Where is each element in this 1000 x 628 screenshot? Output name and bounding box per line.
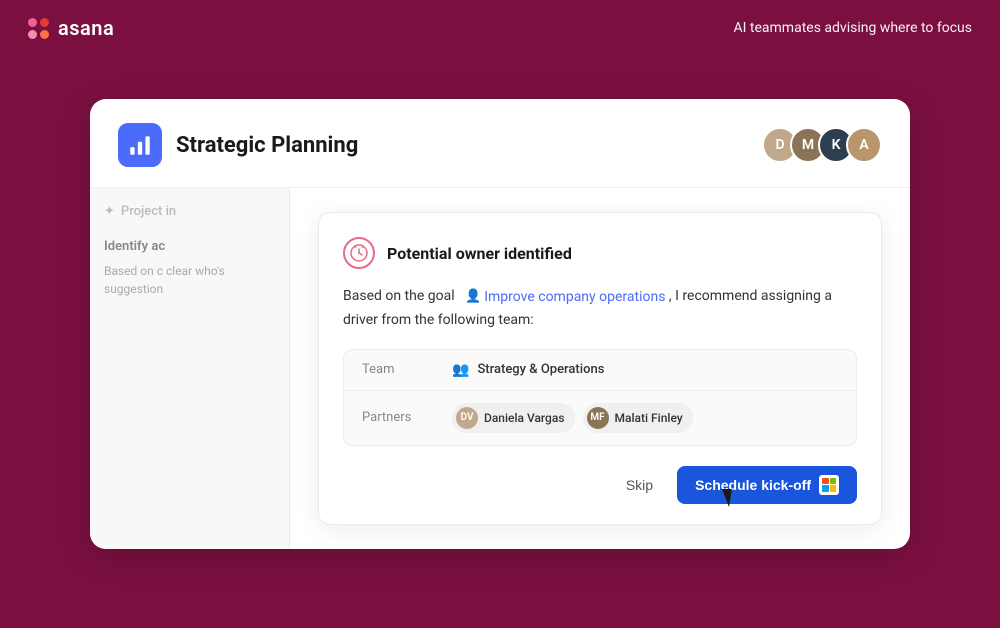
sidebar-section-text: Based on c clear who's suggestion <box>104 262 275 298</box>
team-value: 👥 Strategy & Operations <box>452 362 604 378</box>
sidebar-section-title: Identify ac <box>104 239 275 254</box>
ms-cell-4 <box>830 485 837 492</box>
partners-value: DV Daniela Vargas MF Malati Finley <box>452 403 693 433</box>
logo-text: asana <box>58 16 114 40</box>
body-pre-text: Based on the goal <box>343 288 455 304</box>
partners-label: Partners <box>362 410 452 425</box>
action-row: Skip Schedule kick-off <box>343 466 857 504</box>
card-title: Strategic Planning <box>176 133 358 158</box>
avatar-4: A <box>846 127 882 163</box>
goal-link[interactable]: 👤 Improve company operations <box>465 286 665 308</box>
goal-link-text: Improve company operations <box>484 286 665 308</box>
partner-badge-2: MF Malati Finley <box>583 403 693 433</box>
ai-panel-header: Potential owner identified <box>343 237 857 269</box>
schedule-button[interactable]: Schedule kick-off <box>677 466 857 504</box>
ms-cell-1 <box>822 478 829 485</box>
card-icon <box>118 123 162 167</box>
partners-row: Partners DV Daniela Vargas MF Malati Fin… <box>344 391 856 445</box>
team-label: Team <box>362 362 452 377</box>
cursor <box>714 489 730 509</box>
team-name: Strategy & Operations <box>477 362 604 377</box>
sidebar-sparkle-row: ✦ Project in <box>104 204 275 219</box>
logo-dot-1 <box>28 18 37 27</box>
partner-avatar-2: MF <box>587 407 609 429</box>
logo-dot-4 <box>40 30 49 39</box>
ai-panel-title: Potential owner identified <box>387 244 572 263</box>
ms-cell-2 <box>830 478 837 485</box>
top-bar: asana AI teammates advising where to foc… <box>0 0 1000 56</box>
ai-icon <box>343 237 375 269</box>
main-content: Potential owner identified Based on the … <box>290 188 910 549</box>
team-row: Team 👥 Strategy & Operations <box>344 350 856 391</box>
ai-panel: Potential owner identified Based on the … <box>318 212 882 525</box>
logo-area: asana <box>28 16 114 40</box>
logo-dot-2 <box>40 18 49 27</box>
partner-badge-1: DV Daniela Vargas <box>452 403 575 433</box>
avatar-group: D M K A <box>762 127 882 163</box>
team-icon: 👥 <box>452 362 469 378</box>
card-header: Strategic Planning D M K A <box>90 99 910 188</box>
microsoft-icon <box>819 475 839 495</box>
partner-avatar-1: DV <box>456 407 478 429</box>
sidebar-project-label: Project in <box>121 204 176 219</box>
logo-icon <box>28 18 50 39</box>
sparkle-icon: ✦ <box>104 204 115 219</box>
ai-panel-body: Based on the goal 👤 Improve company oper… <box>343 285 857 331</box>
ms-cell-3 <box>822 485 829 492</box>
logo-dot-3 <box>28 30 37 39</box>
ms-grid <box>822 478 836 492</box>
schedule-label: Schedule kick-off <box>695 477 811 493</box>
person-icon: 👤 <box>465 287 481 308</box>
partner-name-1: Daniela Vargas <box>484 411 565 425</box>
sidebar-panel: ✦ Project in Identify ac Based on c clea… <box>90 188 290 549</box>
card-header-left: Strategic Planning <box>118 123 358 167</box>
top-tagline: AI teammates advising where to focus <box>734 20 973 36</box>
skip-button[interactable]: Skip <box>614 469 665 501</box>
info-table: Team 👥 Strategy & Operations Partners DV… <box>343 349 857 446</box>
main-card: Strategic Planning D M K A ✦ Project in … <box>90 99 910 549</box>
partner-name-2: Malati Finley <box>615 411 683 425</box>
